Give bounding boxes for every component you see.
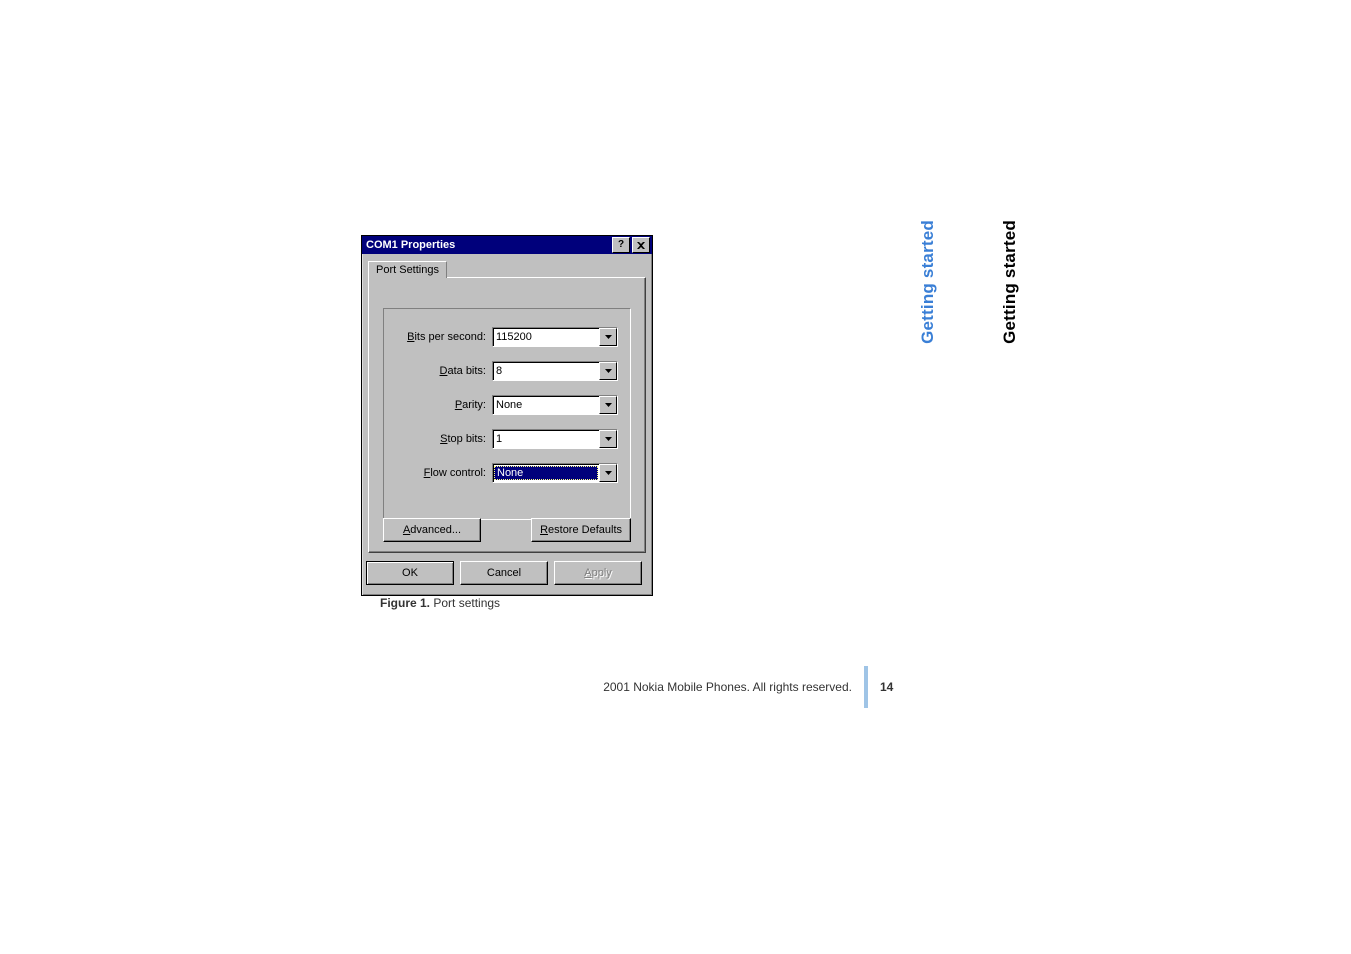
- figure-label: Figure 1.: [380, 596, 430, 610]
- label-bits-per-second: Bits per second:: [396, 331, 486, 343]
- restore-defaults-button[interactable]: Restore Defaults: [531, 518, 631, 542]
- value-data-bits: 8: [493, 365, 599, 377]
- settings-group: Bits per second: 115200 Data bits: 8 Par…: [383, 308, 631, 520]
- combo-flow-control[interactable]: None: [492, 463, 618, 483]
- combo-stop-bits[interactable]: 1: [492, 429, 618, 449]
- field-flow-control: Flow control: None: [396, 463, 618, 483]
- value-parity: None: [493, 399, 599, 411]
- field-data-bits: Data bits: 8: [396, 361, 618, 381]
- chevron-down-icon[interactable]: [599, 464, 617, 482]
- side-label-secondary: Getting started: [1000, 220, 1020, 344]
- apply-button: Apply: [554, 561, 642, 585]
- page-footer: 2001 Nokia Mobile Phones. All rights res…: [340, 666, 900, 708]
- footer-divider: [864, 666, 868, 708]
- titlebar: COM1 Properties ?: [362, 236, 652, 254]
- ok-button[interactable]: OK: [366, 561, 454, 585]
- close-icon: [637, 242, 645, 249]
- figure-text: Port settings: [430, 596, 500, 610]
- combo-parity[interactable]: None: [492, 395, 618, 415]
- page-number: 14: [880, 680, 900, 694]
- window-title: COM1 Properties: [364, 239, 610, 251]
- properties-dialog: COM1 Properties ? Port Settings Bits per…: [361, 235, 653, 596]
- combo-data-bits[interactable]: 8: [492, 361, 618, 381]
- copyright-text: 2001 Nokia Mobile Phones. All rights res…: [603, 680, 852, 694]
- chevron-down-icon[interactable]: [599, 328, 617, 346]
- field-parity: Parity: None: [396, 395, 618, 415]
- tab-strip: Port Settings Bits per second: 115200 Da…: [362, 254, 652, 553]
- advanced-button[interactable]: Advanced...: [383, 518, 481, 542]
- tab-port-settings[interactable]: Port Settings: [368, 261, 447, 278]
- chevron-down-icon[interactable]: [599, 396, 617, 414]
- chevron-down-icon[interactable]: [599, 362, 617, 380]
- side-label-primary: Getting started: [918, 220, 938, 344]
- label-data-bits: Data bits:: [396, 365, 486, 377]
- value-flow-control: None: [494, 466, 598, 480]
- group-button-row: Advanced... Restore Defaults: [383, 518, 631, 542]
- value-stop-bits: 1: [493, 433, 599, 445]
- label-parity: Parity:: [396, 399, 486, 411]
- chevron-down-icon[interactable]: [599, 430, 617, 448]
- field-bits-per-second: Bits per second: 115200: [396, 327, 618, 347]
- cancel-button[interactable]: Cancel: [460, 561, 548, 585]
- close-button[interactable]: [632, 237, 650, 253]
- tab-panel: Bits per second: 115200 Data bits: 8 Par…: [368, 277, 646, 553]
- combo-bits-per-second[interactable]: 115200: [492, 327, 618, 347]
- value-bits-per-second: 115200: [493, 331, 599, 343]
- label-stop-bits: Stop bits:: [396, 433, 486, 445]
- help-button[interactable]: ?: [612, 237, 630, 253]
- field-stop-bits: Stop bits: 1: [396, 429, 618, 449]
- figure-caption: Figure 1. Port settings: [380, 596, 500, 610]
- dialog-button-row: OK Cancel Apply: [362, 553, 652, 595]
- label-flow-control: Flow control:: [396, 467, 486, 479]
